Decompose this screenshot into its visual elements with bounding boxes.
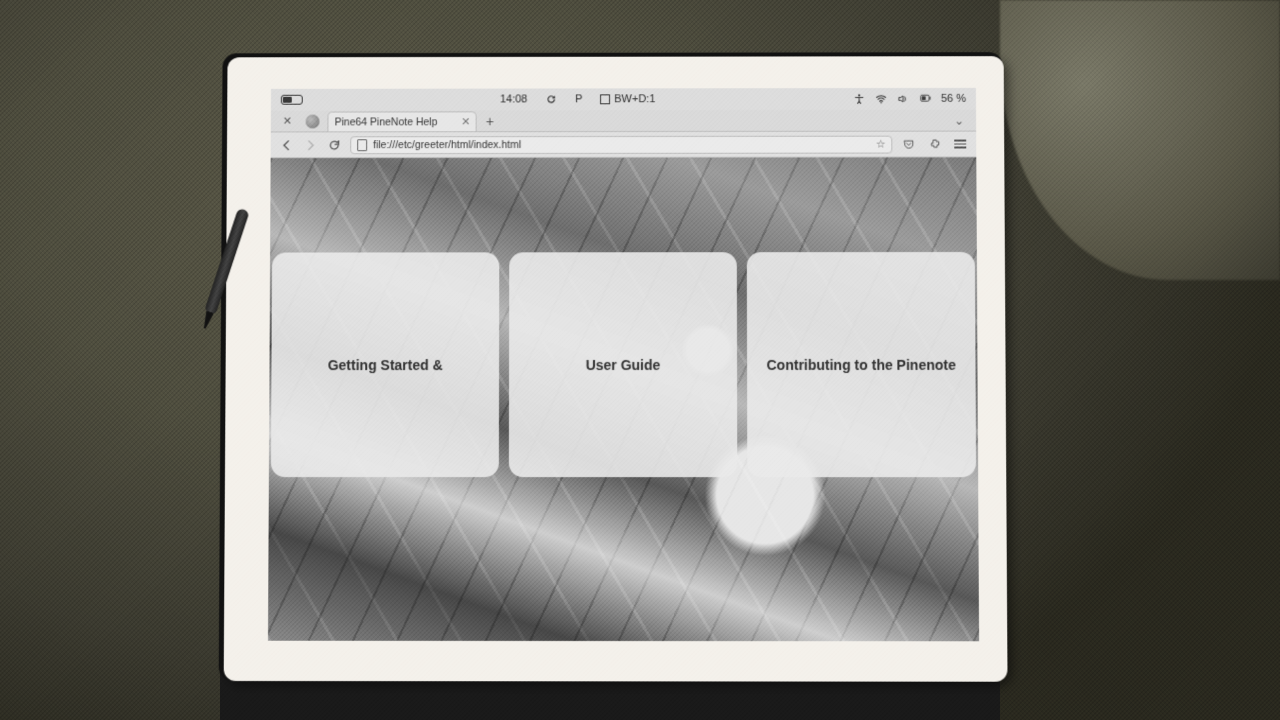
card-contributing[interactable]: Contributing to the Pinenote xyxy=(747,252,976,477)
card-label: Getting Started & xyxy=(328,357,443,373)
tablet-stand xyxy=(220,660,1000,720)
card-label: Contributing to the Pinenote xyxy=(767,356,956,372)
accessibility-icon[interactable] xyxy=(853,93,865,105)
tab-title: Pine64 PineNote Help xyxy=(335,116,438,128)
file-icon xyxy=(357,139,367,151)
volume-icon[interactable] xyxy=(897,93,909,105)
forward-button[interactable] xyxy=(302,137,318,153)
stylus-pen xyxy=(166,199,276,353)
square-icon xyxy=(600,94,610,104)
eink-screen: 14:08 P BW+D:1 xyxy=(268,88,979,641)
browser-window: ✕ Pine64 PineNote Help ✕ + ⌄ xyxy=(268,110,979,642)
refresh-icon[interactable] xyxy=(545,93,557,105)
back-button[interactable] xyxy=(279,137,295,153)
loading-tab-icon[interactable] xyxy=(306,114,320,128)
clock-label: 14:08 xyxy=(500,93,527,105)
card-row: Getting Started & User Guide Contributin… xyxy=(269,252,978,477)
photo-scene: 14:08 P BW+D:1 xyxy=(0,0,1280,720)
close-icon[interactable]: ✕ xyxy=(277,115,298,128)
card-getting-started[interactable]: Getting Started & xyxy=(271,252,499,477)
battery-icon xyxy=(919,93,931,105)
card-label: User Guide xyxy=(586,356,661,372)
os-status-bar: 14:08 P BW+D:1 xyxy=(271,88,976,111)
tab-strip: ✕ Pine64 PineNote Help ✕ + ⌄ xyxy=(271,110,976,133)
webpage-content: Getting Started & User Guide Contributin… xyxy=(268,157,979,641)
tablet-device: 14:08 P BW+D:1 xyxy=(224,56,1008,682)
extensions-icon[interactable] xyxy=(926,136,942,152)
display-mode-label: BW+D:1 xyxy=(614,93,655,105)
menu-button[interactable] xyxy=(952,136,968,152)
wifi-icon[interactable] xyxy=(875,93,887,105)
pocket-icon[interactable] xyxy=(900,136,916,152)
url-text: file:///etc/greeter/html/index.html xyxy=(373,139,521,151)
tabs-dropdown-icon[interactable]: ⌄ xyxy=(948,113,970,127)
reload-button[interactable] xyxy=(326,137,342,153)
battery-percent-label: 56 % xyxy=(941,93,966,105)
mode-letter[interactable]: P xyxy=(575,93,582,105)
couch-cushion xyxy=(1000,0,1280,280)
bookmark-star-icon[interactable]: ☆ xyxy=(876,138,885,150)
browser-tab[interactable]: Pine64 PineNote Help ✕ xyxy=(328,111,477,131)
display-mode[interactable]: BW+D:1 xyxy=(600,93,655,105)
card-user-guide[interactable]: User Guide xyxy=(509,252,737,477)
tab-close-icon[interactable]: ✕ xyxy=(461,116,470,128)
browser-toolbar: file:///etc/greeter/html/index.html ☆ xyxy=(271,132,977,159)
new-tab-button[interactable]: + xyxy=(481,113,499,129)
url-bar[interactable]: file:///etc/greeter/html/index.html ☆ xyxy=(350,135,892,154)
battery-pill-icon xyxy=(281,95,303,105)
